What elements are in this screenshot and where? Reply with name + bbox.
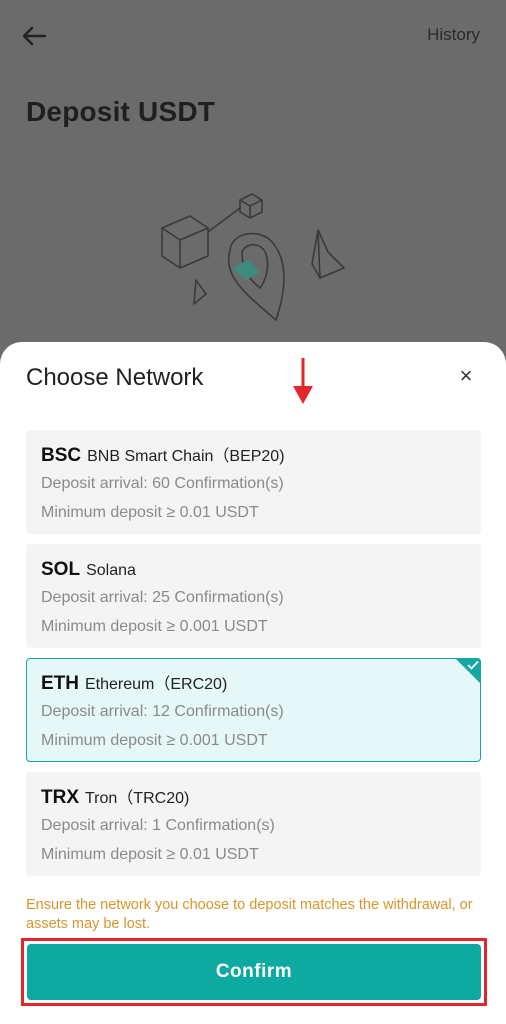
network-name: Ethereum（ERC20): [85, 676, 228, 693]
choose-network-sheet: Choose Network × BSC BNB Smart Chain（BEP2…: [0, 342, 506, 1024]
network-code: ETH: [41, 673, 79, 694]
network-option-trx[interactable]: TRX Tron（TRC20) Deposit arrival: 1 Confir…: [26, 772, 481, 876]
network-option-sol[interactable]: SOL Solana Deposit arrival: 25 Confirmati…: [26, 544, 481, 648]
minimum-deposit: Minimum deposit ≥ 0.01 USDT: [41, 504, 259, 521]
sheet-title: Choose Network: [26, 364, 204, 391]
network-code: SOL: [41, 559, 81, 580]
network-name: Solana: [86, 562, 136, 579]
minimum-deposit: Minimum deposit ≥ 0.01 USDT: [41, 846, 259, 863]
arrow-left-icon: [22, 26, 47, 46]
confirm-button[interactable]: Confirm: [27, 944, 481, 1000]
red-down-arrow-icon: [293, 358, 313, 404]
selected-badge: [455, 658, 481, 684]
network-code: BSC: [41, 445, 82, 466]
network-option-bsc[interactable]: BSC BNB Smart Chain（BEP20) Deposit arriva…: [26, 430, 481, 534]
network-list: BSC BNB Smart Chain（BEP20) Deposit arriva…: [26, 430, 481, 886]
close-button[interactable]: ×: [454, 363, 478, 388]
network-name: Tron（TRC20): [85, 790, 190, 807]
history-link[interactable]: History: [427, 25, 480, 45]
deposit-arrival: Deposit arrival: 60 Confirmation(s): [41, 475, 284, 492]
minimum-deposit: Minimum deposit ≥ 0.001 USDT: [41, 618, 268, 635]
network-warning: Ensure the network you choose to deposit…: [26, 897, 473, 932]
deposit-illustration: [161, 193, 345, 321]
deposit-arrival: Deposit arrival: 25 Confirmation(s): [41, 589, 284, 606]
deposit-arrival: Deposit arrival: 1 Confirmation(s): [41, 817, 275, 834]
deposit-arrival: Deposit arrival: 12 Confirmation(s): [41, 703, 284, 720]
network-option-eth[interactable]: ETH Ethereum（ERC20) Deposit arrival: 12 C…: [26, 658, 481, 762]
network-name: BNB Smart Chain（BEP20): [87, 448, 285, 465]
close-icon: ×: [459, 363, 473, 388]
network-code: TRX: [41, 787, 79, 808]
minimum-deposit: Minimum deposit ≥ 0.001 USDT: [41, 732, 268, 749]
back-button[interactable]: [18, 20, 50, 52]
page-title: Deposit USDT: [26, 96, 216, 127]
top-bar: History: [0, 0, 506, 70]
checkmark-icon: [467, 660, 479, 670]
